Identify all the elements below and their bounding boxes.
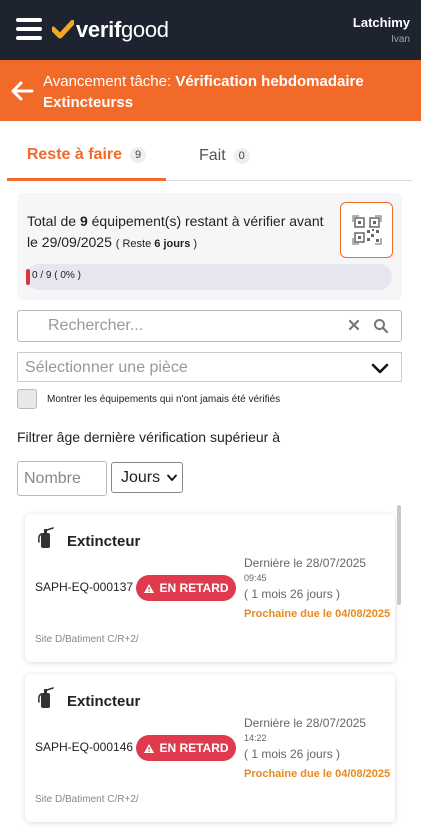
qr-scan-button[interactable] <box>340 202 393 258</box>
last-check-date: Dernière le 28/07/2025 <box>244 716 367 730</box>
progress-text: 0 / 9 ( 0% ) <box>32 270 81 281</box>
card-title: Extincteur <box>67 533 141 550</box>
never-checked-checkbox[interactable] <box>17 389 37 409</box>
age-number-placeholder: Nombre <box>24 470 81 487</box>
tab-bar: Reste à faire 9 Fait 0 <box>7 132 412 181</box>
tab-todo[interactable]: Reste à faire 9 <box>7 132 166 181</box>
last-check-age: ( 1 mois 26 jours ) <box>244 747 341 761</box>
back-arrow-icon[interactable] <box>10 80 34 102</box>
qr-code-icon <box>351 215 382 245</box>
equipment-list[interactable]: Extincteur SAPH-EQ-000137 EN RETARD Dern… <box>17 508 407 828</box>
warning-icon <box>144 583 155 593</box>
task-bar: Avancement tâche: Vérification hebdomada… <box>0 60 421 121</box>
user-info[interactable]: Latchimy Ivan <box>353 15 410 45</box>
never-checked-row: Montrer les équipements qui n'ont jamais… <box>17 389 280 409</box>
summary-text: Total de 9 équipement(s) restant à vérif… <box>27 213 324 250</box>
user-name: Latchimy <box>352 15 410 30</box>
checkmark-logo-icon <box>52 20 74 39</box>
logo-text: verifgood <box>76 17 169 42</box>
never-checked-label: Montrer les équipements qui n'ont jamais… <box>47 393 281 405</box>
search-icon[interactable] <box>373 318 389 334</box>
last-check-time: 14:22 <box>244 733 267 743</box>
next-due-date: Prochaine due le 04/08/2025 <box>244 608 391 620</box>
done-count-badge: 0 <box>233 148 250 164</box>
summary-card: Total de 9 équipement(s) restant à vérif… <box>17 193 402 300</box>
chevron-down-icon <box>167 474 177 481</box>
tab-done[interactable]: Fait 0 <box>199 132 259 180</box>
task-title: Avancement tâche: Vérification hebdomada… <box>43 73 364 111</box>
last-check-age: ( 1 mois 26 jours ) <box>244 587 341 601</box>
late-badge: EN RETARD <box>136 575 236 601</box>
late-badge: EN RETARD <box>136 735 236 761</box>
age-filter-label: Filtrer âge dernière vérification supéri… <box>17 429 281 445</box>
room-select-placeholder: Sélectionner une pièce <box>25 359 188 376</box>
search-field[interactable]: Rechercher... <box>17 310 402 342</box>
last-check-date: Dernière le 28/07/2025 <box>244 556 367 570</box>
equipment-code: SAPH-EQ-000146 <box>35 740 134 754</box>
menu-icon[interactable] <box>16 18 42 40</box>
warning-icon <box>144 743 155 753</box>
room-select[interactable]: Sélectionner une pièce <box>17 352 402 382</box>
progress-fill <box>26 269 30 285</box>
card-title: Extincteur <box>67 693 141 710</box>
equipment-card[interactable]: Extincteur SAPH-EQ-000137 EN RETARD Dern… <box>25 514 395 662</box>
age-unit-select[interactable]: Jours <box>111 462 183 493</box>
user-subtitle: Ivan <box>391 34 410 45</box>
site-path: Site D/Batiment C/R+2/ <box>35 794 139 805</box>
equipment-code: SAPH-EQ-000137 <box>35 580 134 594</box>
app-header: verifgood Latchimy Ivan <box>0 0 421 60</box>
logo[interactable]: verifgood <box>52 16 169 44</box>
equipment-card[interactable]: Extincteur SAPH-EQ-000146 EN RETARD Dern… <box>25 674 395 822</box>
site-path: Site D/Batiment C/R+2/ <box>35 634 139 645</box>
age-number-input[interactable]: Nombre <box>17 461 107 496</box>
clear-icon[interactable] <box>348 319 360 331</box>
todo-count-badge: 9 <box>130 147 147 163</box>
next-due-date: Prochaine due le 04/08/2025 <box>244 768 391 780</box>
fire-extinguisher-icon <box>37 687 54 708</box>
fire-extinguisher-icon <box>37 527 54 548</box>
chevron-down-icon <box>371 363 389 374</box>
progress-bar: 0 / 9 ( 0% ) <box>26 264 392 290</box>
last-check-time: 09:45 <box>244 573 267 583</box>
age-unit-value: Jours <box>121 469 161 486</box>
search-placeholder: Rechercher... <box>48 317 144 334</box>
list-scrollbar[interactable] <box>397 505 401 605</box>
